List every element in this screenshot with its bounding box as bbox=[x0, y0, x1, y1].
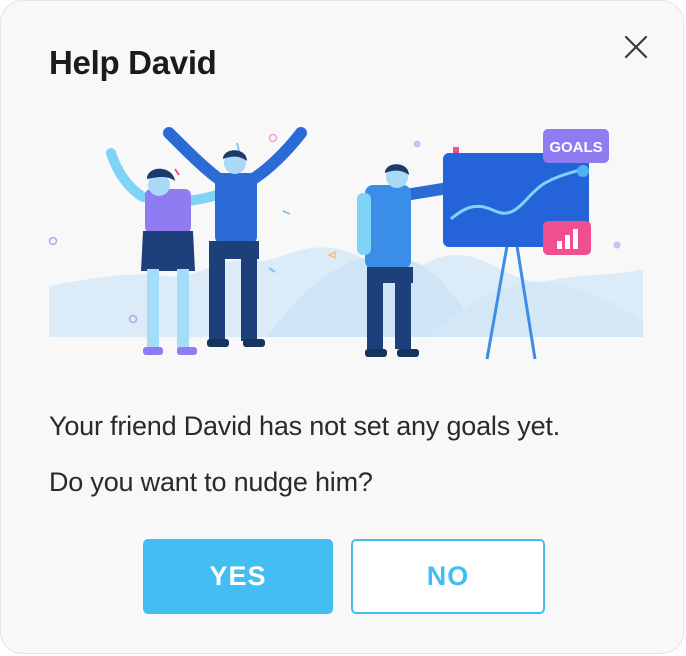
dialog-title: Help David bbox=[49, 44, 217, 81]
background-hills bbox=[49, 247, 643, 337]
no-button[interactable]: NO bbox=[351, 539, 545, 614]
help-dialog: Help David GOALS Your friend David has n… bbox=[0, 0, 684, 654]
yes-button[interactable]: YES bbox=[143, 539, 333, 614]
message-line-1: Your friend David has not set any goals … bbox=[49, 411, 561, 441]
goals-illustration: GOALS bbox=[48, 127, 643, 360]
close-icon[interactable] bbox=[618, 29, 654, 65]
goals-board-label: GOALS bbox=[549, 139, 602, 156]
message-line-2: Do you want to nudge him? bbox=[49, 467, 373, 497]
